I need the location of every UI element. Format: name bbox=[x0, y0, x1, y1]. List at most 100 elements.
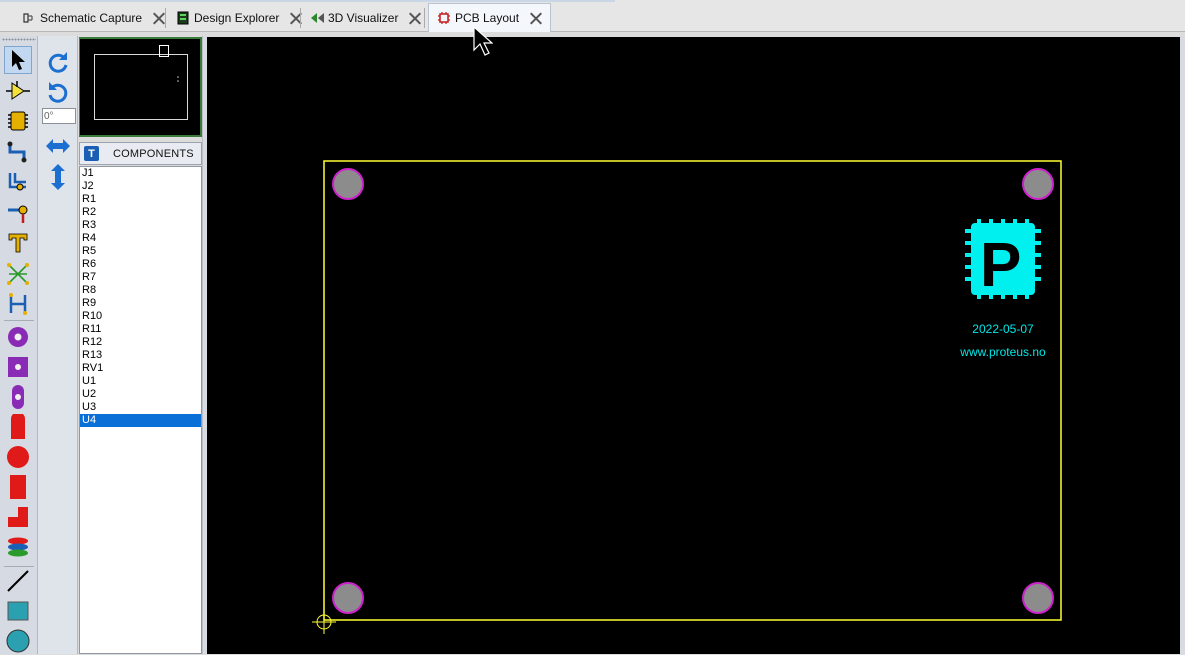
overview-viewport[interactable] bbox=[159, 45, 169, 57]
mouse-cursor-icon bbox=[473, 26, 493, 56]
mounting-hole-bottom-left[interactable] bbox=[332, 582, 364, 614]
pcb-editing-canvas[interactable]: P 2022-05-07 www.proteus.no bbox=[207, 37, 1180, 654]
component-list-item[interactable]: J1 bbox=[80, 167, 201, 180]
component-list-item[interactable]: R4 bbox=[80, 232, 201, 245]
components-panel-header: T COMPONENTS bbox=[79, 142, 202, 165]
box-graphics-button[interactable] bbox=[4, 597, 32, 625]
tab-divider bbox=[300, 8, 301, 28]
rotate-clockwise-icon bbox=[48, 52, 68, 73]
round-pad-button[interactable] bbox=[4, 323, 32, 351]
component-list-item[interactable]: U3 bbox=[80, 401, 201, 414]
component-list-item[interactable]: R5 bbox=[80, 245, 201, 258]
component-list-item[interactable]: R10 bbox=[80, 310, 201, 323]
components-panel-title: COMPONENTS bbox=[113, 147, 194, 160]
origin-marker-icon bbox=[312, 610, 336, 634]
component-list-item[interactable]: U4 bbox=[80, 414, 201, 427]
rotate-clockwise-button[interactable] bbox=[44, 48, 72, 76]
edge-pad-icon bbox=[11, 414, 25, 439]
board-website-label[interactable]: www.proteus.no bbox=[959, 345, 1046, 359]
close-icon[interactable] bbox=[408, 12, 421, 25]
component-list-item[interactable]: R2 bbox=[80, 206, 201, 219]
component-list-item[interactable]: R3 bbox=[80, 219, 201, 232]
circle-graphics-button[interactable] bbox=[4, 627, 32, 655]
polygonal-pad-button[interactable] bbox=[4, 503, 32, 531]
package-mode-button[interactable] bbox=[4, 107, 32, 135]
round-pad-icon bbox=[8, 327, 28, 347]
smt-rect-pad-icon bbox=[10, 475, 26, 499]
rotation-angle-input[interactable] bbox=[42, 108, 76, 124]
component-list-item[interactable]: R6 bbox=[80, 258, 201, 271]
square-pad-button[interactable] bbox=[4, 353, 32, 381]
component-list-item[interactable]: R7 bbox=[80, 271, 201, 284]
overview-marker bbox=[177, 76, 179, 82]
component-list-item[interactable]: R1 bbox=[80, 193, 201, 206]
tab-label: 3D Visualizer bbox=[328, 11, 399, 25]
tab-divider bbox=[165, 8, 166, 28]
ratsnest-icon bbox=[7, 263, 29, 285]
tab-3d-visualizer[interactable]: 3D Visualizer bbox=[306, 5, 421, 31]
ic-package-icon bbox=[8, 111, 28, 131]
edge-connector-pad-button[interactable] bbox=[4, 413, 32, 441]
overview-window[interactable] bbox=[79, 37, 202, 137]
line-graphics-button[interactable] bbox=[4, 567, 32, 595]
box-icon bbox=[7, 601, 29, 621]
rotate-anticlockwise-button[interactable] bbox=[44, 78, 72, 106]
text-mode-button[interactable] bbox=[4, 229, 32, 257]
close-icon[interactable] bbox=[529, 12, 542, 25]
component-list-item[interactable]: U1 bbox=[80, 375, 201, 388]
rotate-anticlockwise-icon bbox=[48, 82, 68, 103]
zone-mode-button[interactable] bbox=[4, 198, 32, 226]
padstack-icon bbox=[8, 537, 28, 557]
component-list-item[interactable]: J2 bbox=[80, 180, 201, 193]
track-mode-button[interactable] bbox=[4, 138, 32, 166]
component-list-item[interactable]: U2 bbox=[80, 388, 201, 401]
3d-visualizer-icon bbox=[310, 11, 324, 25]
mode-toolbar bbox=[0, 36, 38, 654]
padstack-button[interactable] bbox=[4, 533, 32, 561]
flip-vertical-button[interactable] bbox=[44, 163, 72, 191]
tab-divider bbox=[424, 8, 425, 28]
logo-letter: P bbox=[980, 231, 1021, 300]
proteus-logo[interactable]: P bbox=[965, 219, 1041, 300]
track-icon bbox=[7, 141, 27, 163]
close-icon[interactable] bbox=[152, 12, 165, 25]
component-list-item[interactable]: R13 bbox=[80, 349, 201, 362]
board-edge-outline bbox=[323, 160, 1062, 621]
connectivity-icon bbox=[9, 293, 27, 315]
mounting-hole-top-right[interactable] bbox=[1022, 168, 1054, 200]
selection-mode-button[interactable] bbox=[4, 46, 32, 74]
connectivity-mode-button[interactable] bbox=[4, 290, 32, 318]
component-list-item[interactable]: R11 bbox=[80, 323, 201, 336]
component-list-item[interactable]: R9 bbox=[80, 297, 201, 310]
rectangular-smt-pad-button[interactable] bbox=[4, 473, 32, 501]
dil-pad-button[interactable] bbox=[4, 383, 32, 411]
toolbar-grip[interactable] bbox=[2, 38, 36, 41]
components-list[interactable]: J1 J2 R1 R2 R3 R4 R5 R6 R7 R8 R9 R10 R11 R12 R13 RV1 U1 U… bbox=[79, 166, 202, 654]
oval-pad-icon bbox=[12, 385, 24, 409]
tab-strip-accent bbox=[0, 0, 615, 2]
component-list-item[interactable]: RV1 bbox=[80, 362, 201, 375]
text-t-icon bbox=[8, 233, 28, 253]
ratsnest-mode-button[interactable] bbox=[4, 260, 32, 288]
component-list-item[interactable]: R12 bbox=[80, 336, 201, 349]
document-tab-strip: Schematic Capture Design Explorer 3D Vis… bbox=[0, 0, 1185, 32]
component-mode-button[interactable] bbox=[4, 77, 32, 105]
toolbar-divider bbox=[4, 320, 34, 321]
vertical-arrows-icon bbox=[51, 164, 65, 190]
circular-smt-pad-button[interactable] bbox=[4, 443, 32, 471]
schematic-icon bbox=[22, 11, 36, 25]
tab-schematic-capture[interactable]: Schematic Capture bbox=[18, 5, 165, 31]
probe-icon bbox=[8, 205, 28, 223]
polygon-pad-icon bbox=[8, 507, 28, 527]
tab-design-explorer[interactable]: Design Explorer bbox=[172, 5, 302, 31]
smt-round-pad-icon bbox=[7, 446, 29, 468]
mounting-hole-top-left[interactable] bbox=[332, 168, 364, 200]
arrow-pointer-icon bbox=[12, 50, 25, 70]
board-date-label[interactable]: 2022-05-07 bbox=[972, 322, 1034, 336]
flip-horizontal-button[interactable] bbox=[44, 132, 72, 160]
components-toggle-icon[interactable]: T bbox=[84, 146, 99, 161]
mounting-hole-bottom-right[interactable] bbox=[1022, 582, 1054, 614]
circle-icon bbox=[6, 629, 30, 653]
via-mode-button[interactable] bbox=[4, 168, 32, 196]
component-list-item[interactable]: R8 bbox=[80, 284, 201, 297]
